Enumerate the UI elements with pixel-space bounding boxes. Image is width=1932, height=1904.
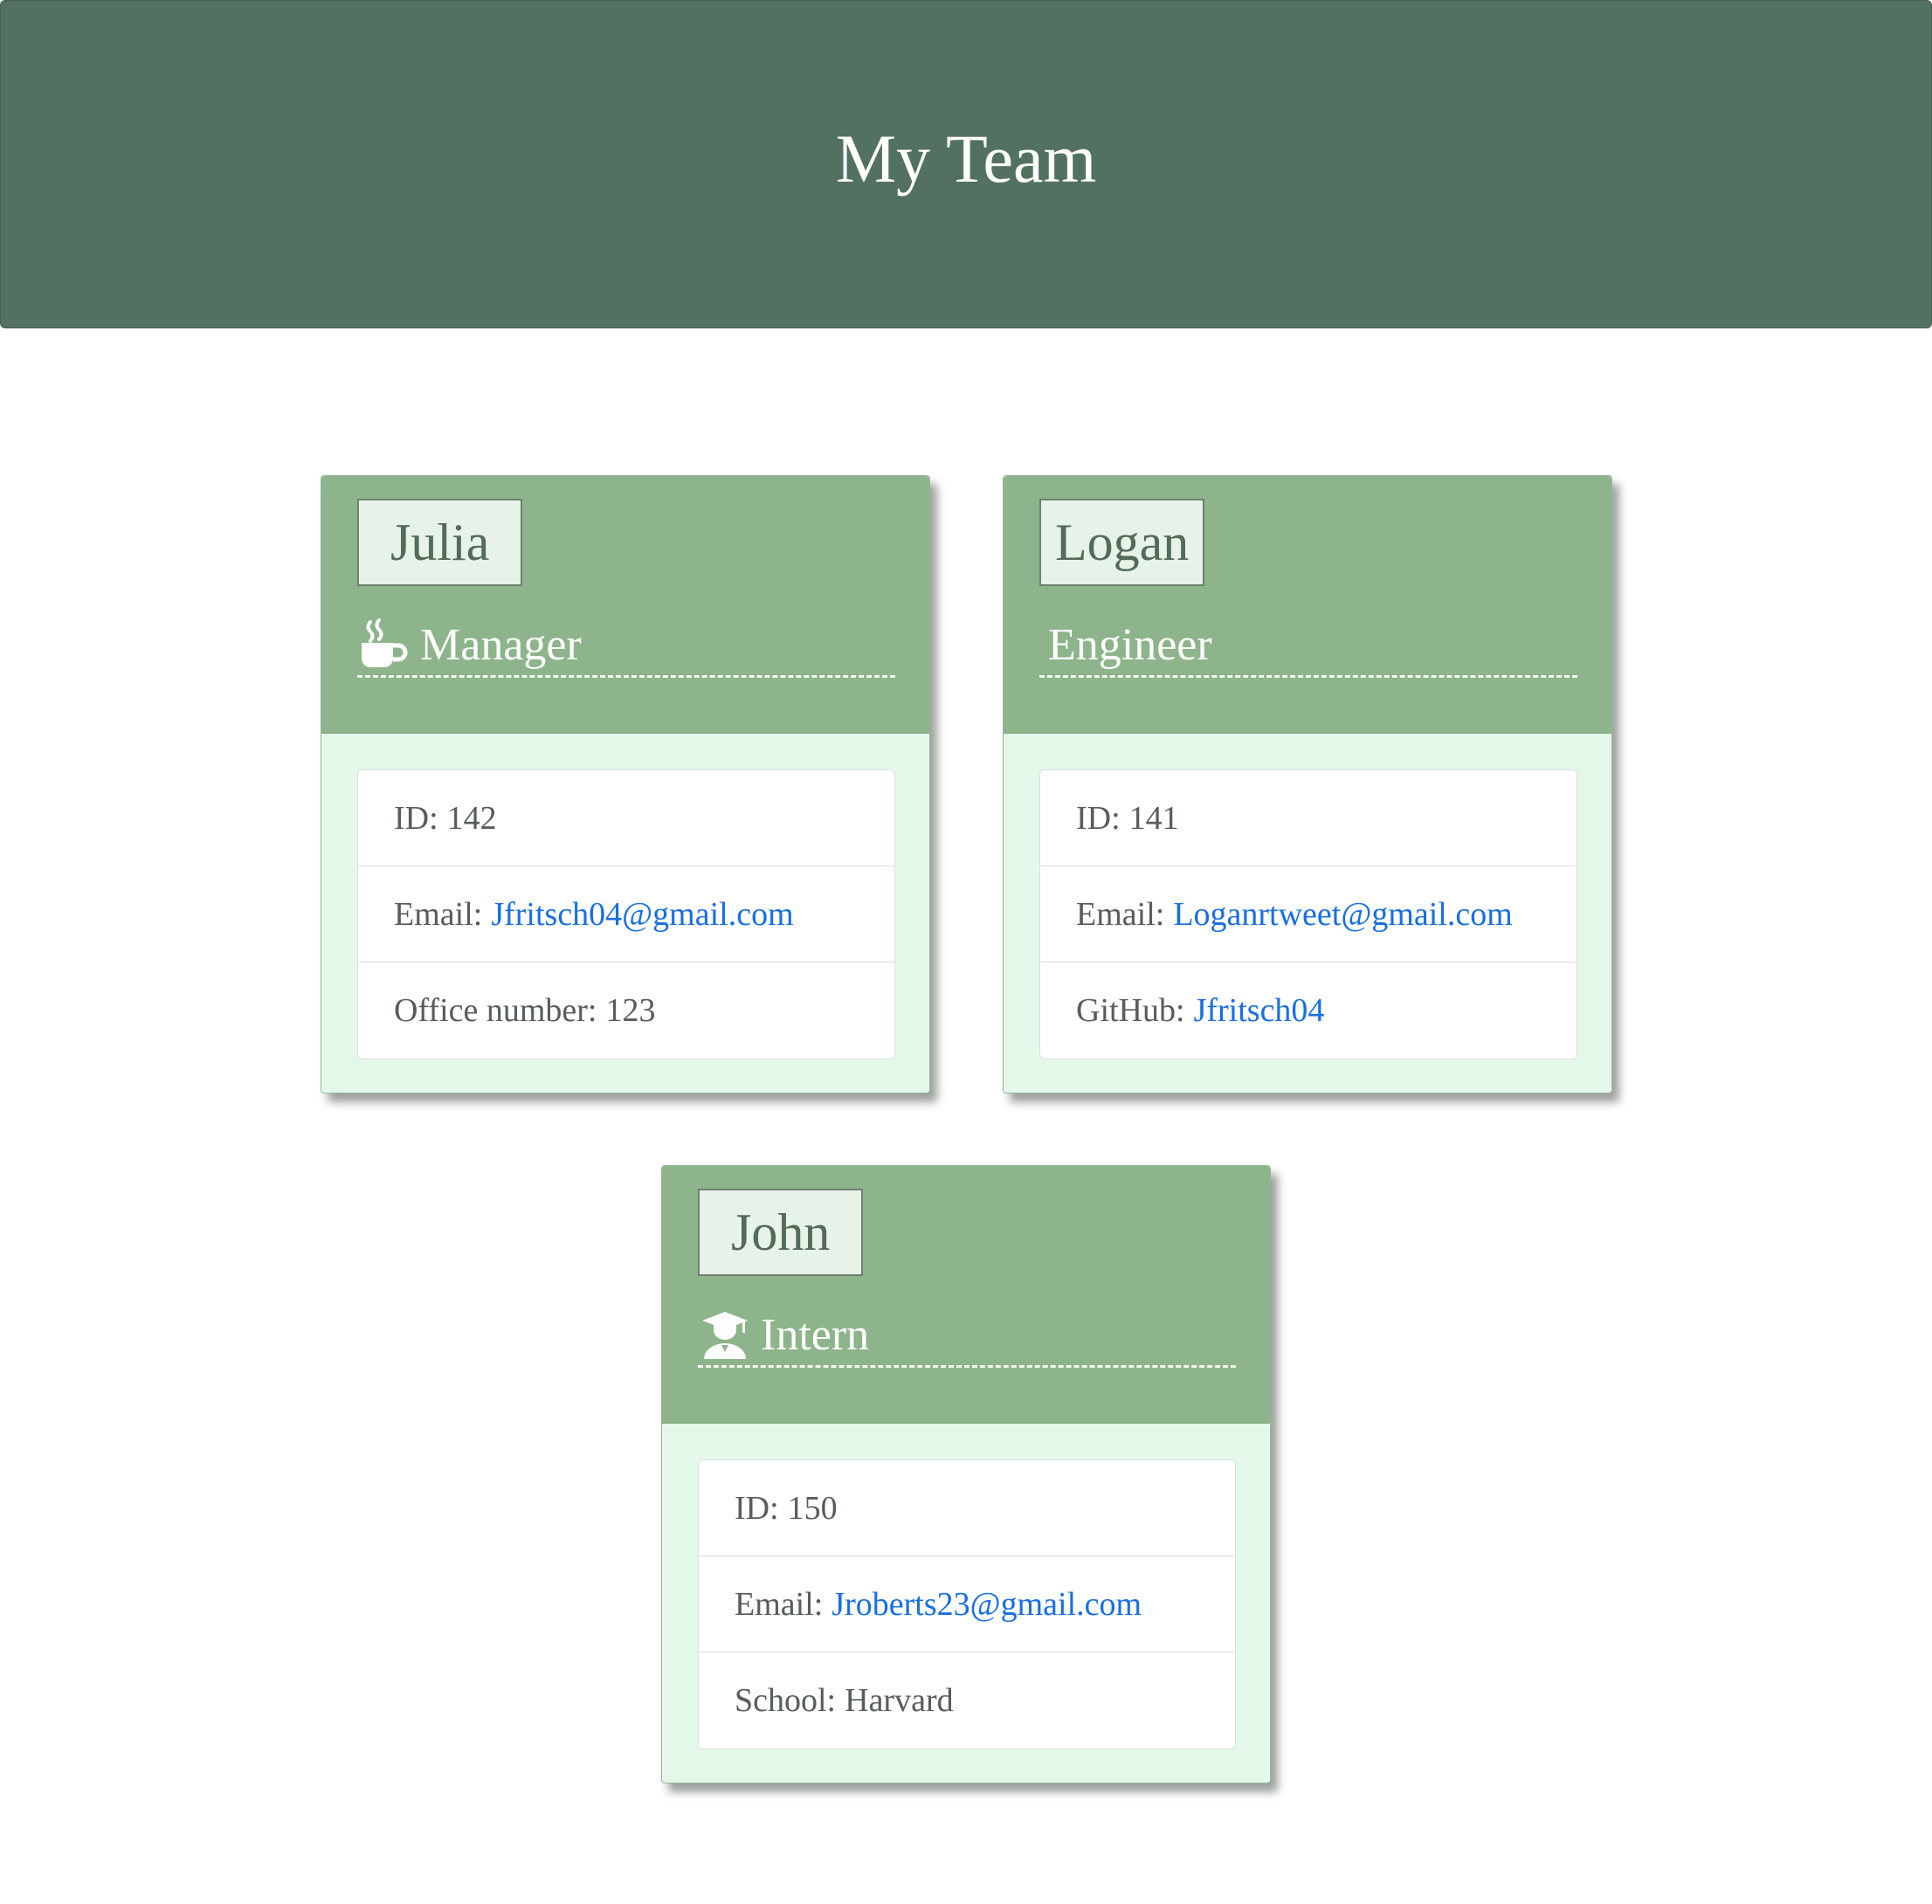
- employee-card-manager: Julia Manager ID: 142 Email: Jfritsch04@…: [321, 475, 930, 1093]
- list-item-school: School: Harvard: [699, 1652, 1235, 1749]
- list-item-id: ID: 142: [358, 770, 894, 866]
- info-list: ID: 141 Email: Loganrtweet@gmail.com Git…: [1039, 769, 1577, 1059]
- office-number-value: 123: [605, 992, 656, 1029]
- page: My Team Julia Manager ID: 142 Email: Jfr…: [0, 0, 1932, 1904]
- employee-card-engineer: Logan Engineer ID: 141 Email: Loganrtwee…: [1003, 475, 1612, 1093]
- list-item-office-number: Office number: 123: [358, 962, 894, 1059]
- id-value: 150: [787, 1489, 838, 1527]
- info-list: ID: 142 Email: Jfritsch04@gmail.com Offi…: [357, 769, 895, 1059]
- id-label: ID:: [735, 1489, 779, 1527]
- id-value: 142: [446, 799, 497, 837]
- github-label: GitHub:: [1076, 992, 1185, 1029]
- id-value: 141: [1128, 799, 1179, 837]
- employee-name: Logan: [1039, 499, 1205, 586]
- list-item-email: Email: Jfritsch04@gmail.com: [358, 866, 894, 962]
- email-link[interactable]: Jfritsch04@gmail.com: [491, 895, 793, 934]
- role-label: Manager: [420, 619, 582, 670]
- list-item-id: ID: 150: [699, 1460, 1235, 1556]
- employee-role: Intern: [698, 1304, 1236, 1368]
- role-label: Intern: [761, 1309, 870, 1360]
- employee-role: Engineer: [1039, 614, 1577, 678]
- card-header: John Intern: [662, 1166, 1270, 1424]
- coffee-mug-icon: [357, 618, 411, 671]
- info-list: ID: 150 Email: Jroberts23@gmail.com Scho…: [698, 1459, 1236, 1749]
- email-label: Email:: [394, 895, 483, 933]
- email-label: Email:: [735, 1585, 824, 1623]
- email-link[interactable]: Loganrtweet@gmail.com: [1173, 895, 1512, 934]
- page-header-banner: My Team: [0, 0, 1932, 328]
- id-label: ID:: [1076, 799, 1121, 837]
- id-label: ID:: [394, 799, 438, 837]
- list-item-email: Email: Loganrtweet@gmail.com: [1040, 866, 1577, 962]
- role-label: Engineer: [1048, 619, 1212, 670]
- email-label: Email:: [1076, 895, 1165, 933]
- office-number-label: Office number:: [394, 992, 597, 1029]
- card-header: Julia Manager: [321, 476, 929, 734]
- employee-card-intern: John Intern ID: 150 Email: Jroberts23@gm…: [661, 1165, 1271, 1783]
- card-header: Logan Engineer: [1004, 476, 1611, 734]
- email-link[interactable]: Jroberts23@gmail.com: [831, 1585, 1142, 1624]
- employee-role: Manager: [357, 614, 895, 678]
- graduate-icon: [698, 1308, 752, 1361]
- school-label: School:: [735, 1682, 837, 1719]
- employee-name: John: [698, 1189, 864, 1276]
- page-title: My Team: [835, 121, 1097, 197]
- list-item-id: ID: 141: [1040, 770, 1577, 866]
- employee-name: Julia: [357, 499, 523, 586]
- github-link[interactable]: Jfritsch04: [1194, 991, 1325, 1030]
- list-item-email: Email: Jroberts23@gmail.com: [699, 1556, 1235, 1652]
- list-item-github: GitHub: Jfritsch04: [1040, 962, 1577, 1059]
- school-value: Harvard: [845, 1682, 954, 1719]
